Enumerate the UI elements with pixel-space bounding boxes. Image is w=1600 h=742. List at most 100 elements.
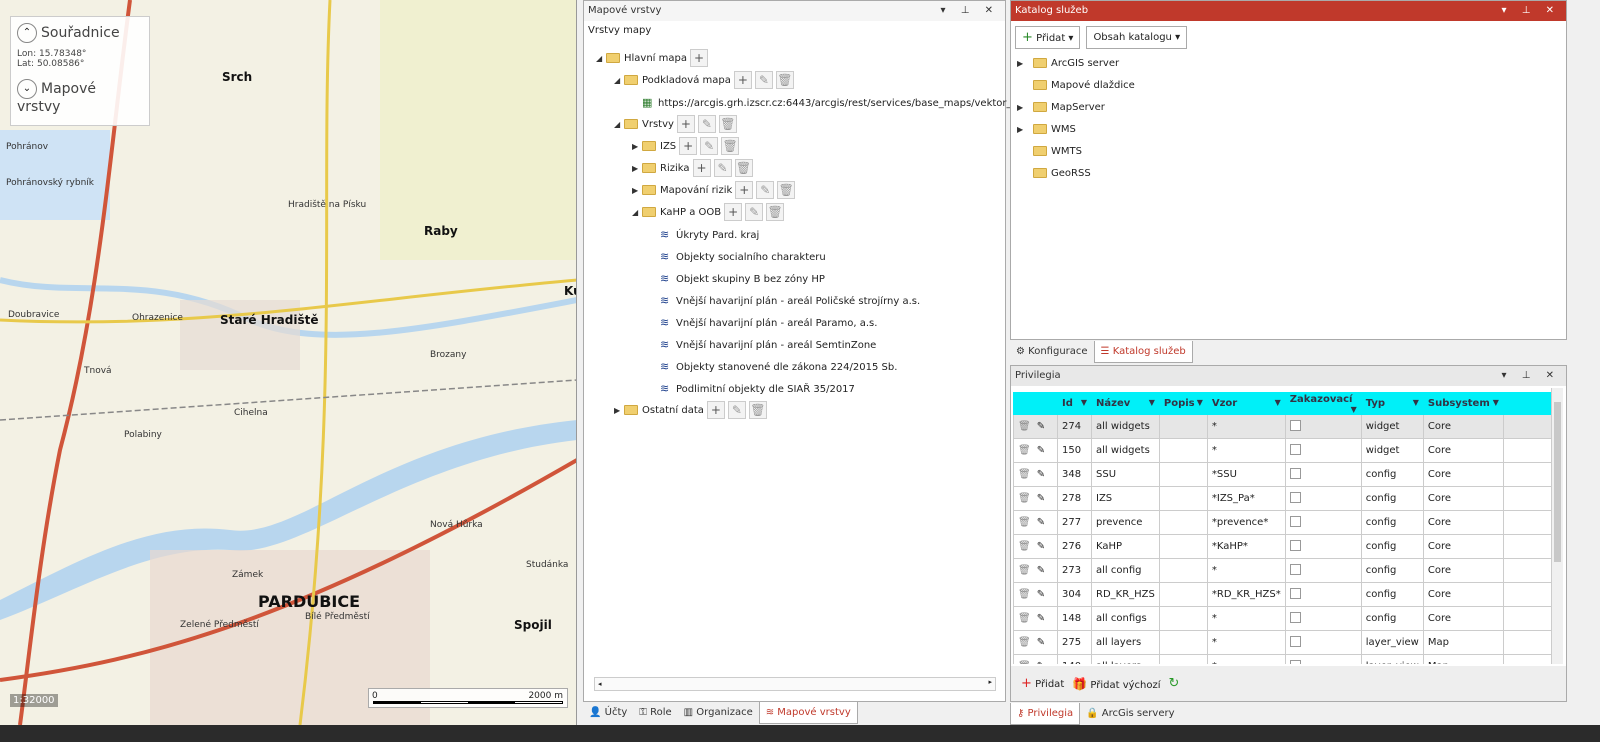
tree-node[interactable]: ≋ Objekty stanovené dle zákona 224/2015 S… [650, 357, 897, 377]
edit-icon[interactable]: ✎ [1037, 661, 1045, 664]
trash-icon[interactable]: 🗑 [1018, 589, 1031, 600]
table-row[interactable]: 🗑 ✎ 277 prevence *prevence* config Core [1013, 510, 1551, 535]
edit-icon[interactable]: ✎ [1037, 517, 1045, 528]
add-default-button[interactable]: 🎁 Přidat výchozí [1072, 677, 1160, 691]
add-button[interactable]: + [733, 71, 752, 89]
trash-icon[interactable]: 🗑 [1018, 445, 1031, 456]
map-view[interactable]: Srch Pohránov Pohránovský rybník Hradiště n… [0, 0, 577, 725]
catalog-item[interactable]: ▶ WMS [1011, 120, 1566, 142]
delete-button[interactable]: 🗑 [718, 115, 737, 133]
tree-node[interactable]: ◢ Hlavní mapa + [596, 49, 708, 69]
add-button[interactable]: + [724, 203, 743, 221]
table-row[interactable]: 🗑 ✎ 348 SSU *SSU config Core [1013, 462, 1551, 487]
catalog-item[interactable]: ▶ MapServer [1011, 98, 1566, 120]
trash-icon[interactable]: 🗑 [1018, 469, 1031, 480]
delete-button[interactable]: 🗑 [734, 159, 753, 177]
collapse-icon[interactable]: ◢ [632, 203, 642, 223]
trash-icon[interactable]: 🗑 [1018, 421, 1031, 432]
panel-controls[interactable]: ▾ ⊥ ✕ [941, 1, 999, 21]
tree-node[interactable]: ≋ Vnější havarijní plán - areál Poličské … [650, 291, 920, 311]
edit-icon[interactable]: ✎ [1037, 637, 1045, 648]
map-layers-toggle[interactable]: ⌄ Mapové vrstvy [17, 79, 143, 115]
trash-icon[interactable]: 🗑 [1018, 493, 1031, 504]
edit-icon[interactable]: ✎ [1037, 445, 1045, 456]
collapse-icon[interactable]: ◢ [614, 115, 624, 135]
coordinates-toggle[interactable]: ⌃ Souřadnice [17, 23, 143, 43]
filter-icon[interactable]: ▼ [1351, 405, 1357, 414]
filter-icon[interactable]: ▼ [1275, 398, 1281, 407]
tab-mapové-vrstvy[interactable]: ≋ Mapové vrstvy [758, 702, 858, 724]
expand-icon[interactable]: ▶ [1017, 120, 1027, 140]
panel-controls[interactable]: ▾ ⊥ ✕ [1502, 1, 1560, 21]
tab-organizace[interactable]: ▥ Organizace [678, 702, 759, 724]
trash-icon[interactable]: 🗑 [1018, 613, 1031, 624]
prohibiting-checkbox[interactable] [1289, 659, 1301, 664]
column-header[interactable]: Zakazovací ▼ [1284, 392, 1362, 415]
edit-button[interactable]: ✎ [745, 203, 764, 221]
tree-node[interactable]: ◢ Vrstvy + ✎ 🗑 [614, 115, 737, 135]
table-row[interactable]: 🗑 ✎ 148 all configs * config Core [1013, 606, 1551, 631]
edit-icon[interactable]: ✎ [1037, 469, 1045, 480]
tree-node[interactable]: ≋ Úkryty Pard. kraj [650, 225, 759, 245]
collapse-icon[interactable]: ◢ [596, 49, 606, 69]
catalog-item[interactable]: Mapové dlaždice [1011, 76, 1566, 98]
catalog-item[interactable]: WMTS [1011, 142, 1566, 164]
add-button[interactable]: + [735, 181, 754, 199]
tab-privilegia[interactable]: ⚷ Privilegia [1010, 703, 1081, 725]
delete-button[interactable]: 🗑 [748, 401, 767, 419]
expand-icon[interactable]: ▶ [1017, 98, 1027, 118]
edit-button[interactable]: ✎ [727, 401, 746, 419]
add-button[interactable]: + [692, 159, 711, 177]
horizontal-scrollbar[interactable]: ◂ ▸ [594, 677, 996, 691]
prohibiting-checkbox[interactable] [1289, 611, 1301, 623]
tree-node[interactable]: ≋ Objekty socialního charakteru [650, 247, 826, 267]
expand-icon[interactable]: ▶ [632, 159, 642, 179]
tree-node[interactable]: ≋ Vnější havarijní plán - areál SemtinZon… [650, 335, 876, 355]
prohibiting-checkbox[interactable] [1289, 419, 1301, 431]
column-header[interactable]: Název ▼ [1091, 392, 1160, 415]
add-button[interactable]: + [676, 115, 695, 133]
collapse-icon[interactable]: ◢ [614, 71, 624, 91]
delete-button[interactable]: 🗑 [766, 203, 785, 221]
edit-icon[interactable]: ✎ [1037, 613, 1045, 624]
catalog-item[interactable]: ▶ ArcGIS server [1011, 54, 1566, 76]
filter-icon[interactable]: ▼ [1413, 398, 1419, 407]
table-row[interactable]: 🗑 ✎ 273 all config * config Core [1013, 558, 1551, 583]
add-privilege-button[interactable]: + Přidat [1021, 676, 1064, 691]
tree-node[interactable]: ◢ KaHP a OOB + ✎ 🗑 [632, 203, 785, 223]
prohibiting-checkbox[interactable] [1289, 563, 1301, 575]
table-row[interactable]: 🗑✎140all layers*layer_viewMap [1013, 654, 1551, 664]
filter-icon[interactable]: ▼ [1081, 398, 1087, 407]
tree-node[interactable]: ▶ Mapování rizik + ✎ 🗑 [632, 181, 796, 201]
tree-node[interactable]: ▦ https://arcgis.grh.izscr.cz:6443/arcgis… [632, 93, 1052, 113]
vertical-scrollbar[interactable] [1551, 388, 1563, 664]
column-header[interactable]: Vzor ▼ [1206, 392, 1286, 415]
delete-button[interactable]: 🗑 [721, 137, 740, 155]
edit-button[interactable]: ✎ [697, 115, 716, 133]
filter-icon[interactable]: ▼ [1149, 398, 1155, 407]
tree-node[interactable]: ▶ Ostatní data + ✎ 🗑 [614, 401, 767, 421]
trash-icon[interactable]: 🗑 [1018, 517, 1031, 528]
refresh-icon[interactable]: ↻ [1169, 676, 1180, 691]
column-header[interactable]: Typ ▼ [1360, 392, 1424, 415]
tab-role[interactable]: ⚿ Role [633, 702, 677, 724]
trash-icon[interactable]: 🗑 [1018, 541, 1031, 552]
expand-icon[interactable]: ▶ [632, 181, 642, 201]
table-row[interactable]: 🗑 ✎ 276 KaHP *KaHP* config Core [1013, 534, 1551, 559]
expand-icon[interactable]: ▶ [614, 401, 624, 421]
tree-node[interactable]: ≋ Vnější havarijní plán - areál Paramo, a… [650, 313, 877, 333]
column-header[interactable]: Id ▼ [1057, 392, 1092, 415]
prohibiting-checkbox[interactable] [1289, 467, 1301, 479]
filter-icon[interactable]: ▼ [1493, 398, 1499, 407]
prohibiting-checkbox[interactable] [1289, 587, 1301, 599]
trash-icon[interactable]: 🗑 [1018, 661, 1031, 664]
tree-node[interactable]: ≋ Podlimitní objekty dle SIAŘ 35/2017 [650, 379, 855, 399]
prohibiting-checkbox[interactable] [1289, 635, 1301, 647]
expand-icon[interactable]: ▶ [1017, 54, 1027, 74]
tab-katalog-služeb[interactable]: ☰ Katalog služeb [1093, 341, 1193, 363]
edit-icon[interactable]: ✎ [1037, 565, 1045, 576]
add-button[interactable]: + [689, 49, 708, 67]
tree-node[interactable]: ◢ Podkladová mapa + ✎ 🗑 [614, 71, 794, 91]
catalog-item[interactable]: GeoRSS [1011, 164, 1566, 186]
delete-button[interactable]: 🗑 [775, 71, 794, 89]
